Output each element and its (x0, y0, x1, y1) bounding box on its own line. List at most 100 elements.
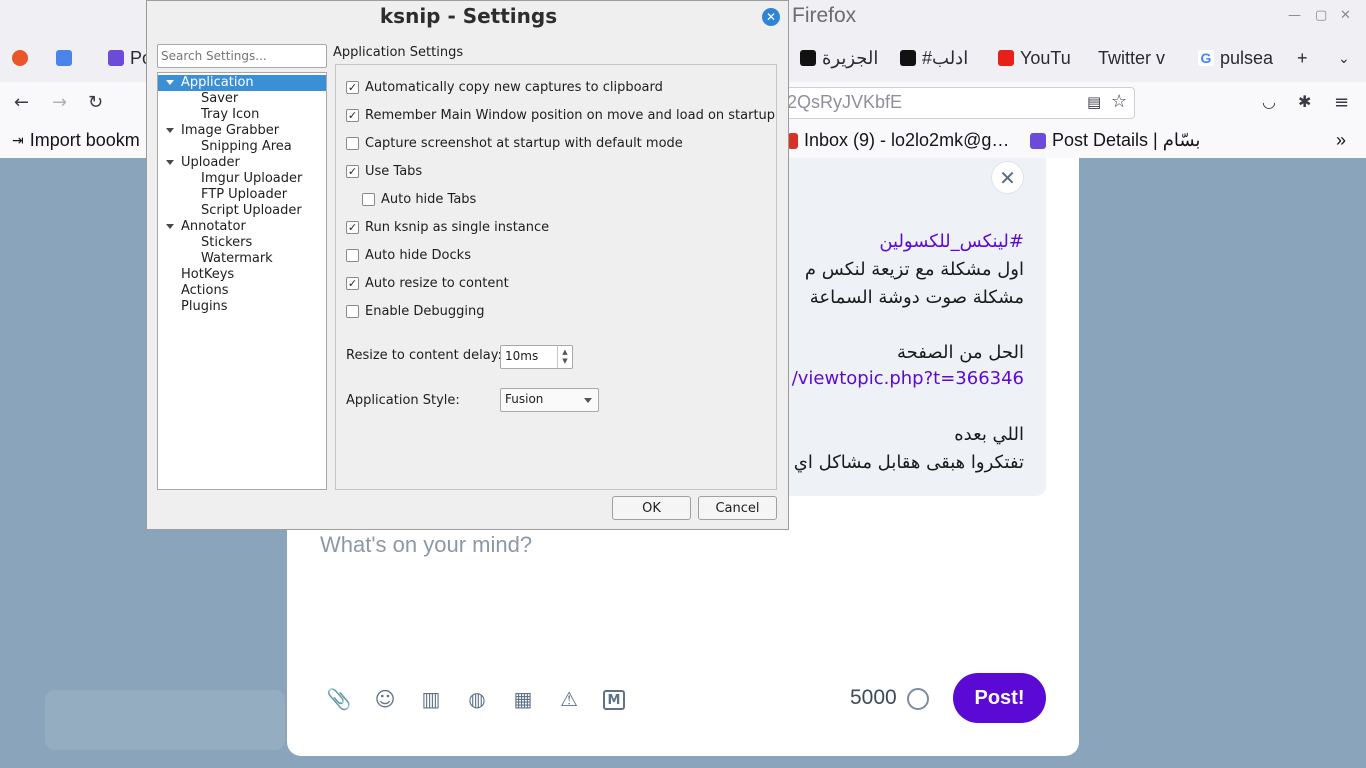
app-style-value[interactable]: Fusion (505, 392, 543, 406)
hashtag-link[interactable]: #لينكس_للكسولين (879, 231, 1024, 252)
tree-item-ftp-uploader[interactable]: FTP Uploader (201, 187, 287, 203)
option-remember-window-position[interactable]: ✓ Remember Main Window position on move a… (346, 107, 775, 123)
topic-link[interactable]: /viewtopic.php?t=366346 (790, 368, 1024, 389)
app-style-label: Application Style: (346, 393, 460, 408)
reader-view-icon[interactable]: ▤ (1087, 93, 1101, 111)
reload-icon[interactable]: ↻ (88, 92, 103, 113)
url-bar[interactable]: 2QsRyJVKbfE ▤ ☆ (760, 87, 1135, 119)
tab-list-icon[interactable]: ⌄ (1338, 46, 1350, 70)
app-style-dropdown[interactable]: Fusion (500, 388, 599, 412)
maximize-icon[interactable]: ▢ (1315, 8, 1327, 23)
tree-item-stickers[interactable]: Stickers (201, 235, 252, 251)
counter-ring-icon (907, 688, 929, 710)
close-dialog-icon[interactable]: ✕ (762, 8, 780, 26)
expand-arrow-icon (166, 224, 174, 229)
url-text[interactable]: 2QsRyJVKbfE (787, 92, 902, 113)
quoted-line: اول مشكلة مع تزيعة لنكس م (804, 259, 1024, 280)
close-icon[interactable]: ✕ (991, 161, 1024, 194)
tree-item-hotkeys[interactable]: HotKeys (181, 267, 234, 283)
option-auto-copy-clipboard[interactable]: ✓ Automatically copy new captures to clip… (346, 79, 663, 95)
attach-icon[interactable]: 📎 (327, 687, 352, 711)
extensions-icon[interactable]: ✱ (1298, 92, 1311, 111)
poll-icon[interactable]: ▥ (419, 687, 443, 711)
bookmark-inbox[interactable]: Inbox (9) - lo2lo2mk@g… (788, 130, 1009, 151)
option-capture-at-startup[interactable]: Capture screenshot at startup with defau… (346, 135, 683, 151)
resize-delay-label: Resize to content delay: (346, 348, 502, 363)
tree-item-watermark[interactable]: Watermark (201, 251, 273, 267)
menu-icon[interactable]: ≡ (1334, 92, 1349, 113)
resize-delay-value[interactable]: 10ms (505, 349, 538, 363)
checkbox-checked[interactable]: ✓ (346, 220, 359, 234)
tree-item-tray-icon[interactable]: Tray Icon (201, 107, 259, 123)
bookmark-import[interactable]: ⇥ Import bookm (12, 130, 140, 151)
tab-post[interactable]: Po (108, 46, 148, 70)
tree-item-actions[interactable]: Actions (181, 283, 229, 299)
tab-idlib[interactable]: #ادلب (900, 46, 980, 70)
bookmark-post-details[interactable]: Post Details | بسّام (1030, 130, 1200, 151)
markdown-icon[interactable]: M (603, 690, 625, 710)
spin-arrows-icon[interactable]: ▲ ▼ (557, 346, 572, 368)
firefox-icon[interactable] (12, 46, 28, 70)
tree-item-saver[interactable]: Saver (201, 91, 238, 107)
tree-item-script-uploader[interactable]: Script Uploader (201, 203, 302, 219)
new-tab-button[interactable]: + (1297, 46, 1308, 70)
checkbox-checked[interactable]: ✓ (346, 80, 359, 94)
checkbox-unchecked[interactable] (346, 304, 359, 318)
checkbox-unchecked[interactable] (362, 192, 375, 206)
option-enable-debugging[interactable]: Enable Debugging (346, 303, 485, 319)
tab-label: pulsea (1220, 47, 1274, 68)
cancel-button[interactable]: Cancel (698, 496, 777, 520)
close-window-icon[interactable]: ✕ (1340, 8, 1351, 23)
warning-icon[interactable]: ⚠ (557, 687, 581, 711)
tab-pulsea[interactable]: Gpulsea (1198, 46, 1276, 70)
bookmark-label: Inbox (9) - lo2lo2mk@g… (804, 130, 1010, 150)
option-single-instance[interactable]: ✓ Run ksnip as single instance (346, 219, 549, 235)
post-button[interactable]: Post! (953, 673, 1046, 723)
bookmark-label: Import bookm (29, 130, 140, 150)
option-auto-hide-docks[interactable]: Auto hide Docks (346, 247, 471, 263)
tree-item-snipping-area[interactable]: Snipping Area (201, 139, 292, 155)
bookmarks-overflow-icon[interactable]: » (1336, 130, 1346, 151)
google-icon: G (1198, 50, 1214, 66)
option-use-tabs[interactable]: ✓ Use Tabs (346, 163, 422, 179)
star-icon[interactable]: ☆ (1111, 91, 1127, 112)
globe-icon[interactable]: ◍ (465, 687, 489, 711)
gmail-icon (788, 132, 798, 149)
back-arrow-icon[interactable]: ← (14, 92, 29, 113)
tab-aljazeera[interactable]: الجزيرة (800, 46, 885, 70)
character-counter: 5000 (850, 686, 897, 709)
checkbox-checked[interactable]: ✓ (346, 276, 359, 290)
mastodon-icon (1030, 132, 1046, 149)
schedule-icon[interactable]: ▦ (511, 687, 535, 711)
resize-delay-spinbox[interactable]: 10ms ▲ ▼ (500, 345, 573, 369)
panel-title: Application Settings (333, 45, 464, 60)
tree-item-uploader[interactable]: Uploader (158, 155, 326, 171)
import-icon: ⇥ (12, 132, 24, 148)
pocket-icon[interactable]: ◡ (1262, 92, 1276, 111)
ok-button[interactable]: OK (612, 496, 691, 520)
minimize-icon[interactable]: — (1288, 8, 1301, 23)
translate-icon[interactable] (56, 46, 72, 70)
tree-item-plugins[interactable]: Plugins (181, 299, 228, 315)
quoted-line: اللي بعده (954, 424, 1024, 445)
quoted-line: تفتكروا هبقى هقابل مشاكل اي (793, 452, 1024, 473)
dialog-title: ksnip - Settings (379, 4, 558, 28)
checkbox-unchecked[interactable] (346, 136, 359, 150)
quoted-line: مشكلة صوت دوشة السماعة (809, 287, 1024, 308)
tab-twitter[interactable]: Twitter v (1098, 46, 1176, 70)
checkbox-unchecked[interactable] (346, 248, 359, 262)
compose-input[interactable]: What's on your mind? (320, 532, 532, 558)
search-settings-input[interactable] (157, 44, 327, 68)
chevron-down-icon[interactable] (584, 398, 592, 403)
forward-arrow-icon[interactable]: → (52, 92, 67, 113)
tab-youtube[interactable]: YouTu (998, 46, 1076, 70)
checkbox-checked[interactable]: ✓ (346, 164, 359, 178)
tree-item-imgur-uploader[interactable]: Imgur Uploader (201, 171, 302, 187)
option-auto-hide-tabs[interactable]: Auto hide Tabs (362, 191, 476, 207)
tree-item-application[interactable]: Application (158, 75, 326, 91)
checkbox-checked[interactable]: ✓ (346, 108, 359, 122)
tree-item-image-grabber[interactable]: Image Grabber (158, 123, 326, 139)
emoji-icon[interactable]: ☺ (373, 687, 397, 711)
tree-item-annotator[interactable]: Annotator (158, 219, 326, 235)
option-auto-resize[interactable]: ✓ Auto resize to content (346, 275, 509, 291)
